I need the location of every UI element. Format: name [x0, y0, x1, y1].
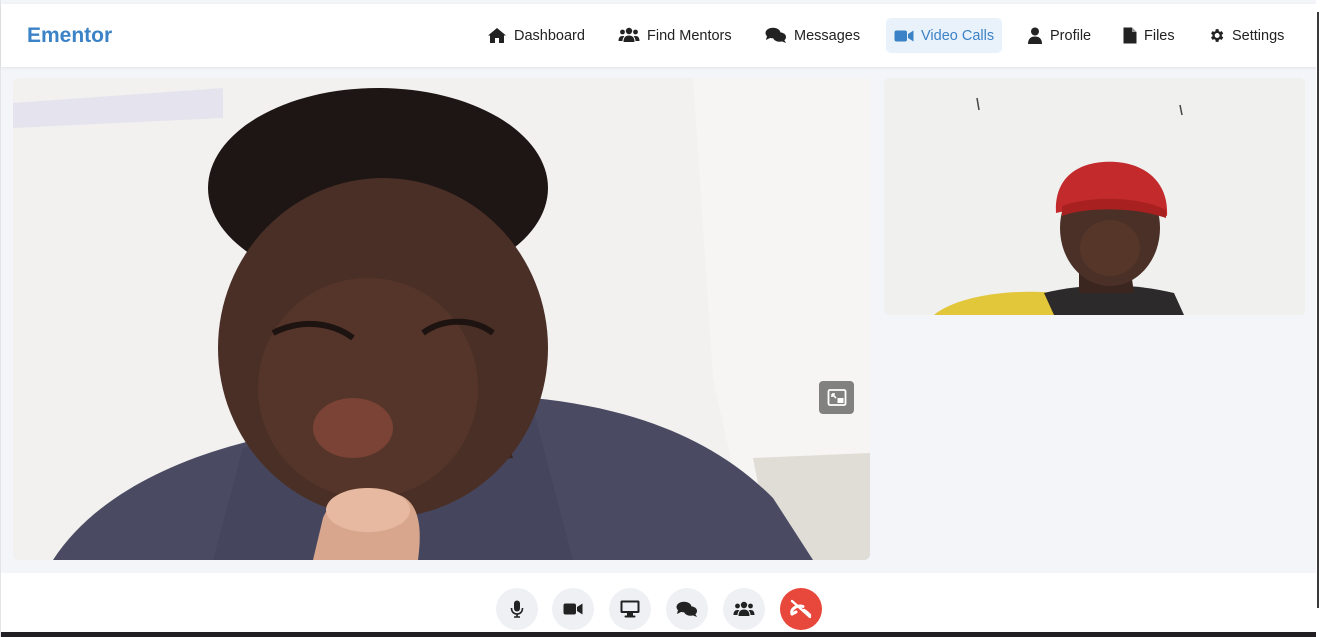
- call-controls-bar: [1, 573, 1317, 637]
- local-video-stream[interactable]: [884, 78, 1305, 315]
- nav-video-calls-label: Video Calls: [921, 27, 995, 44]
- nav-dashboard[interactable]: Dashboard: [479, 18, 593, 53]
- nav-find-mentors-label: Find Mentors: [647, 27, 732, 44]
- window-bottom-edge: [1, 632, 1317, 637]
- end-call-icon: [790, 599, 812, 619]
- participants-icon: [733, 601, 755, 616]
- mute-microphone-button[interactable]: [496, 588, 538, 630]
- top-navbar: Ementor Dashboard Find Mentors Messages …: [1, 4, 1317, 67]
- main-video-stream[interactable]: [13, 78, 870, 560]
- chat-icon: [676, 601, 697, 617]
- picture-in-picture-icon: [827, 388, 846, 406]
- screen-share-icon: [620, 600, 640, 618]
- app-window: Ementor Dashboard Find Mentors Messages …: [0, 0, 1317, 637]
- video-icon: [894, 30, 914, 41]
- nav-messages-label: Messages: [794, 27, 861, 44]
- nav-files-label: Files: [1144, 27, 1175, 44]
- nav-dashboard-label: Dashboard: [514, 27, 585, 44]
- comments-icon: [765, 27, 786, 43]
- nav-find-mentors[interactable]: Find Mentors: [610, 18, 740, 53]
- page-scrollbar[interactable]: [1316, 0, 1320, 637]
- nav-settings-label: Settings: [1232, 27, 1285, 44]
- end-call-button[interactable]: [780, 588, 822, 630]
- nav-files[interactable]: Files: [1115, 18, 1183, 53]
- main-nav: Dashboard Find Mentors Messages Video Ca…: [1, 4, 1317, 67]
- file-icon: [1123, 27, 1137, 44]
- open-chat-button[interactable]: [666, 588, 708, 630]
- toggle-camera-button[interactable]: [552, 588, 594, 630]
- scrollbar-thumb[interactable]: [1317, 12, 1319, 608]
- nav-settings[interactable]: Settings: [1200, 18, 1292, 53]
- nav-video-calls[interactable]: Video Calls: [886, 18, 1003, 53]
- picture-in-picture-button[interactable]: [819, 381, 854, 414]
- user-icon: [1028, 27, 1042, 44]
- nav-profile[interactable]: Profile: [1019, 18, 1099, 53]
- microphone-icon: [510, 600, 524, 618]
- gear-icon: [1211, 29, 1224, 42]
- users-icon: [618, 27, 640, 42]
- main-video-feed-image: [13, 78, 870, 560]
- local-video-feed-image: [884, 78, 1305, 315]
- share-screen-button[interactable]: [609, 588, 651, 630]
- nav-profile-label: Profile: [1050, 27, 1092, 44]
- home-icon: [488, 28, 506, 43]
- camera-icon: [563, 603, 583, 615]
- participants-button[interactable]: [723, 588, 765, 630]
- nav-messages[interactable]: Messages: [757, 18, 868, 53]
